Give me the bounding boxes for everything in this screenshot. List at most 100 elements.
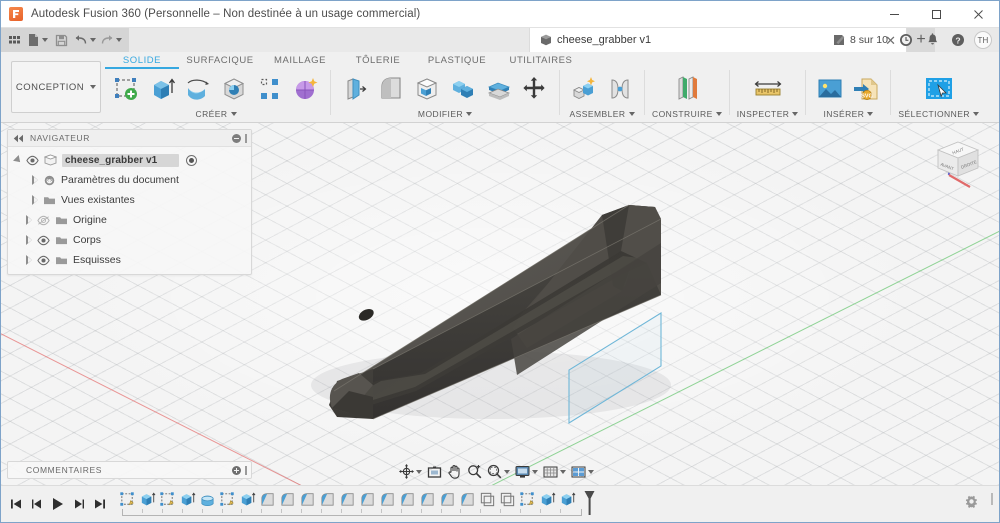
timeline[interactable]: [118, 489, 576, 519]
expander-closed-icon[interactable]: [32, 175, 38, 185]
timeline-feature-extrude[interactable]: [138, 490, 156, 508]
app-grid-icon[interactable]: [3, 29, 25, 51]
close-button[interactable]: [957, 1, 999, 27]
redo-caret-icon[interactable]: [116, 38, 122, 42]
pan-icon[interactable]: [445, 462, 464, 481]
timeline-feature-fillet[interactable]: [278, 490, 296, 508]
measure-icon[interactable]: [751, 71, 785, 107]
fillet-icon[interactable]: [374, 71, 408, 107]
job-status[interactable]: 8 sur 10: [828, 33, 892, 47]
combine-icon[interactable]: [446, 71, 480, 107]
help-icon[interactable]: ?: [946, 28, 970, 52]
expander-closed-icon[interactable]: [26, 235, 32, 245]
timeline-feature-sketch[interactable]: [518, 490, 536, 508]
timeline-feature-fillet[interactable]: [258, 490, 276, 508]
timeline-feature-fillet[interactable]: [338, 490, 356, 508]
add-comment-icon[interactable]: [232, 466, 241, 475]
grid-snap-caret-icon[interactable]: [560, 470, 566, 474]
redo-icon[interactable]: [98, 29, 124, 51]
timeline-feature-fillet[interactable]: [378, 490, 396, 508]
bell-icon[interactable]: [920, 28, 944, 52]
ribbon-group-label-selectionner[interactable]: SÉLECTIONNER: [898, 109, 979, 119]
timeline-feature-fillet[interactable]: [398, 490, 416, 508]
timeline-feature-fillet[interactable]: [318, 490, 336, 508]
tab-surfacique[interactable]: SURFACIQUE: [179, 55, 261, 69]
insert-image-icon[interactable]: [813, 71, 847, 107]
extrude-icon[interactable]: [145, 71, 179, 107]
timeline-feature-sketch[interactable]: [218, 490, 236, 508]
display-settings-icon[interactable]: [513, 463, 540, 481]
viewport-canvas[interactable]: NAVIGATEUR cheese_g: [1, 123, 999, 485]
revolve-icon[interactable]: [181, 71, 215, 107]
workspace-selector[interactable]: CONCEPTION: [11, 61, 101, 113]
zoom-window-caret-icon[interactable]: [504, 470, 510, 474]
offset-face-icon[interactable]: [482, 71, 516, 107]
tab-maillage[interactable]: MAILLAGE: [261, 55, 339, 69]
timeline-feature-sketch[interactable]: [118, 490, 136, 508]
ribbon-group-label-creer[interactable]: CRÉER: [195, 109, 236, 119]
tree-item-vues-existantes[interactable]: Vues existantes: [8, 190, 251, 210]
tree-item-origine[interactable]: Origine: [8, 210, 251, 230]
sweep-icon[interactable]: [217, 71, 251, 107]
timeline-marker[interactable]: [584, 490, 595, 516]
skip-to-end-icon[interactable]: [90, 492, 110, 516]
timeline-feature-extrude[interactable]: [178, 490, 196, 508]
timeline-feature-fillet[interactable]: [298, 490, 316, 508]
browser-resize-grip[interactable]: [245, 134, 247, 143]
timeline-feature-shell[interactable]: [498, 490, 516, 508]
expander-closed-icon[interactable]: [32, 195, 38, 205]
selection-window-icon[interactable]: [922, 71, 956, 107]
new-file-caret-icon[interactable]: [42, 38, 48, 42]
new-component-icon[interactable]: [567, 71, 601, 107]
comments-resize-grip[interactable]: [245, 466, 247, 475]
tab-plastique[interactable]: PLASTIQUE: [417, 55, 497, 69]
visibility-eye-icon[interactable]: [37, 235, 50, 246]
zoom-icon[interactable]: [465, 462, 484, 481]
expander-closed-icon[interactable]: [26, 215, 32, 225]
ribbon-group-label-inspecter[interactable]: INSPECTER: [737, 109, 799, 119]
collapse-left-icon[interactable]: [13, 134, 24, 143]
display-settings-caret-icon[interactable]: [532, 470, 538, 474]
timeline-feature-sketch[interactable]: [158, 490, 176, 508]
visibility-eye-hidden-icon[interactable]: [37, 215, 50, 226]
tab-utilitaires[interactable]: UTILITAIRES: [497, 55, 585, 69]
viewports-icon[interactable]: [569, 463, 596, 481]
tree-item-corps[interactable]: Corps: [8, 230, 251, 250]
visibility-eye-icon[interactable]: [26, 155, 39, 166]
timeline-track[interactable]: [122, 509, 582, 516]
timeline-feature-extrude[interactable]: [538, 490, 556, 508]
orbit-icon[interactable]: [397, 462, 424, 481]
fit-view-icon[interactable]: [425, 463, 444, 481]
construction-plane-icon[interactable]: [670, 71, 704, 107]
timeline-feature-shell[interactable]: [478, 490, 496, 508]
timeline-feature-fillet[interactable]: [418, 490, 436, 508]
visibility-eye-icon[interactable]: [37, 255, 50, 266]
comments-panel[interactable]: COMMENTAIRES: [7, 461, 252, 479]
shell-icon[interactable]: [410, 71, 444, 107]
view-cube[interactable]: HAUT AVANT DROITE: [923, 131, 993, 201]
tab-tolerie[interactable]: TÔLERIE: [339, 55, 417, 69]
timeline-feature-fillet[interactable]: [438, 490, 456, 508]
timeline-feature-extrude[interactable]: [238, 490, 256, 508]
timeline-feature-fillet[interactable]: [458, 490, 476, 508]
tree-item-esquisses[interactable]: Esquisses: [8, 250, 251, 270]
play-icon[interactable]: [48, 492, 68, 516]
save-icon[interactable]: [50, 29, 72, 51]
form-icon[interactable]: [289, 71, 323, 107]
step-back-icon[interactable]: [27, 492, 47, 516]
tree-item-cheese-grabber[interactable]: cheese_grabber v1: [8, 150, 251, 170]
maximize-button[interactable]: [915, 1, 957, 27]
grid-snap-icon[interactable]: [541, 463, 568, 481]
expander-open-icon[interactable]: [13, 155, 23, 165]
ribbon-group-label-assembler[interactable]: ASSEMBLER: [569, 109, 634, 119]
timeline-feature-fillet[interactable]: [358, 490, 376, 508]
press-pull-icon[interactable]: [338, 71, 372, 107]
orbit-caret-icon[interactable]: [416, 470, 422, 474]
timeline-settings-gear-icon[interactable]: [964, 494, 979, 514]
ribbon-group-label-modifier[interactable]: MODIFIER: [418, 109, 472, 119]
undo-caret-icon[interactable]: [90, 38, 96, 42]
tab-solide[interactable]: SOLIDE: [105, 55, 179, 69]
step-forward-icon[interactable]: [69, 492, 89, 516]
clock-icon[interactable]: [894, 28, 918, 52]
skip-to-start-icon[interactable]: [6, 492, 26, 516]
